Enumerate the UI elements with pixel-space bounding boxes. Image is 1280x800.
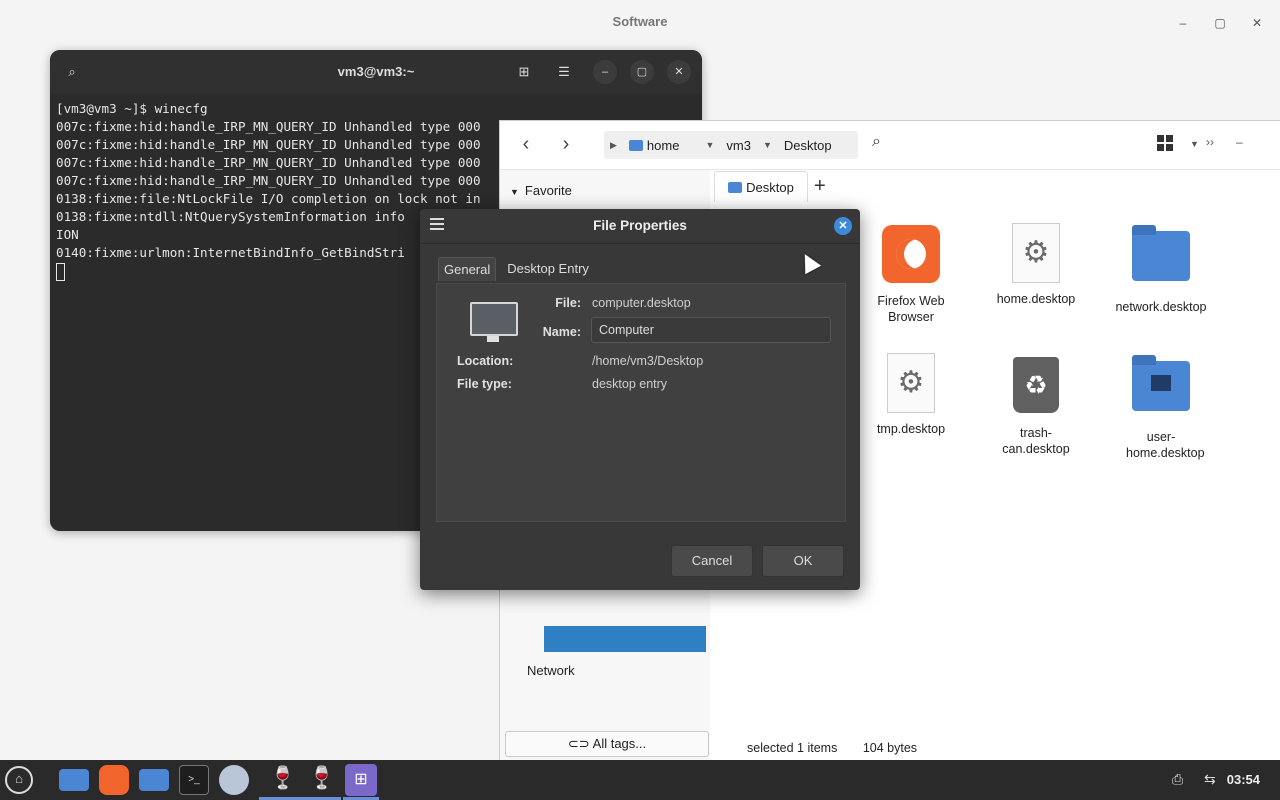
- close-button[interactable]: ✕: [1245, 11, 1269, 35]
- label-file-type: File type:: [457, 377, 512, 391]
- printer-icon[interactable]: ⎙: [1172, 771, 1183, 788]
- gear-document-icon: ⚙: [1012, 223, 1060, 283]
- add-tab-icon[interactable]: +: [814, 175, 826, 198]
- taskbar-software-icon[interactable]: [219, 765, 249, 795]
- trash-icon: ♻: [1013, 357, 1059, 413]
- file-label: home.desktop: [996, 292, 1076, 306]
- menu-icon[interactable]: ☰: [552, 60, 576, 84]
- minimize-button[interactable]: –: [1171, 11, 1195, 35]
- file-item-tmp-desktop[interactable]: ⚙ tmp.desktop: [856, 353, 966, 437]
- chevron-down-icon[interactable]: ▼: [1190, 139, 1199, 149]
- search-icon[interactable]: ⌕: [872, 133, 881, 151]
- value-file: computer.desktop: [592, 296, 691, 310]
- taskbar-terminal-icon[interactable]: >_: [179, 765, 209, 795]
- sidebar-item-network[interactable]: Network: [527, 663, 575, 678]
- minimize-icon[interactable]: –: [1236, 135, 1243, 149]
- home-folder-icon: [1132, 355, 1190, 411]
- terminal-line: [vm3@vm3 ~]$ winecfg: [56, 101, 208, 116]
- back-icon[interactable]: ‹: [514, 133, 538, 157]
- value-location: /home/vm3/Desktop: [592, 354, 704, 368]
- tab-desktop-entry[interactable]: Desktop Entry: [502, 257, 594, 281]
- terminal-minimize-button[interactable]: –: [593, 60, 617, 84]
- value-file-type: desktop entry: [592, 377, 668, 391]
- tab-desktop[interactable]: Desktop: [714, 171, 808, 202]
- file-item-network-desktop[interactable]: network.desktop: [1106, 225, 1216, 315]
- taskbar-folder-icon[interactable]: [139, 769, 169, 791]
- taskbar-app-grid-icon[interactable]: ⊞: [345, 764, 377, 796]
- general-panel: File: computer.desktop Name: Location: /…: [436, 283, 846, 522]
- file-item-user-home-desktop[interactable]: user-home.desktop: [1106, 355, 1216, 461]
- taskbar-wine-icon[interactable]: 🍷: [307, 765, 337, 795]
- network-icon[interactable]: ⇆: [1204, 771, 1216, 788]
- taskbar-firefox-icon[interactable]: [99, 765, 129, 795]
- forward-icon[interactable]: ›: [554, 133, 578, 157]
- file-item-home-desktop[interactable]: ⚙ home.desktop: [981, 223, 1091, 307]
- start-menu-icon[interactable]: ⌂: [5, 766, 33, 794]
- maximize-button[interactable]: ▢: [1208, 11, 1232, 35]
- name-input[interactable]: [591, 317, 831, 343]
- new-tab-icon[interactable]: ⊞: [512, 60, 536, 84]
- folder-icon: [728, 181, 743, 193]
- status-size: 104 bytes: [862, 741, 918, 755]
- clock[interactable]: 03:54: [1227, 772, 1260, 787]
- taskbar-files-icon[interactable]: [59, 769, 89, 791]
- file-label: tmp.desktop: [876, 422, 946, 436]
- chevron-down-icon[interactable]: ▼: [699, 140, 720, 150]
- software-window-title: Software: [612, 14, 668, 29]
- taskbar-wine-icon[interactable]: 🍷: [268, 765, 298, 795]
- file-label: network.desktop: [1115, 300, 1207, 314]
- sidebar-item-selected[interactable]: [544, 626, 706, 652]
- file-item-trash-can-desktop[interactable]: ♻ trash-can.desktop: [981, 357, 1091, 457]
- breadcrumb-desktop[interactable]: Desktop: [778, 138, 838, 153]
- more-icon[interactable]: ››: [1206, 135, 1214, 149]
- firefox-icon: [882, 225, 940, 283]
- file-properties-dialog[interactable]: File Properties ✕ General Desktop Entry …: [420, 209, 860, 590]
- label-file: File:: [555, 296, 581, 310]
- sidebar-heading-favorite[interactable]: ▼ Favorite: [510, 183, 572, 198]
- gear-document-icon: ⚙: [887, 353, 935, 413]
- terminal-titlebar[interactable]: ⌕ vm3@vm3:~ ⊞ ☰ – ▢ ✕: [50, 50, 702, 94]
- grid-view-icon[interactable]: [1157, 135, 1173, 151]
- terminal-cursor: [56, 262, 65, 281]
- taskbar: ⌂ >_ 🍷 🍷 ⊞ ⎙ ⇆ 03:54: [0, 760, 1280, 800]
- terminal-maximize-button[interactable]: ▢: [630, 60, 654, 84]
- dialog-title: File Properties: [593, 218, 687, 233]
- computer-icon-stand: [487, 336, 499, 342]
- file-label: Firefox Web Browser: [877, 294, 945, 324]
- folder-icon: [628, 139, 643, 151]
- file-item-firefox[interactable]: Firefox Web Browser: [856, 225, 966, 325]
- close-icon[interactable]: ✕: [834, 217, 852, 235]
- breadcrumb: ▶ home ▼ vm3 ▼ Desktop: [604, 131, 858, 159]
- status-bar: selected 1 items 104 bytes: [747, 741, 939, 755]
- file-label: user-home.desktop: [1126, 430, 1205, 460]
- file-label: trash-can.desktop: [1002, 426, 1070, 456]
- chevron-down-icon[interactable]: ▼: [757, 140, 778, 150]
- dialog-tabs: General Desktop Entry: [438, 257, 600, 281]
- all-tags-button[interactable]: ⊂⊃ All tags...: [505, 731, 709, 757]
- breadcrumb-expand-icon[interactable]: ▶: [604, 140, 623, 151]
- label-name: Name:: [542, 325, 581, 339]
- tab-bar: Desktop +: [714, 171, 1280, 203]
- breadcrumb-vm3[interactable]: vm3: [720, 138, 757, 153]
- file-manager-toolbar: ‹ › ▶ home ▼ vm3 ▼ Desktop ⌕ ▼ ›› –: [500, 121, 1280, 170]
- dialog-titlebar[interactable]: File Properties ✕: [420, 209, 860, 244]
- tag-icon: ⊂⊃: [567, 736, 590, 751]
- folder-icon: [1132, 225, 1190, 281]
- tab-general[interactable]: General: [438, 257, 497, 281]
- computer-icon: [470, 302, 518, 336]
- breadcrumb-home[interactable]: home: [623, 138, 686, 153]
- cancel-button[interactable]: Cancel: [671, 545, 753, 577]
- label-location: Location:: [457, 354, 514, 368]
- status-selected: selected 1 items: [747, 741, 838, 755]
- ok-button[interactable]: OK: [762, 545, 844, 577]
- terminal-close-button[interactable]: ✕: [667, 60, 691, 84]
